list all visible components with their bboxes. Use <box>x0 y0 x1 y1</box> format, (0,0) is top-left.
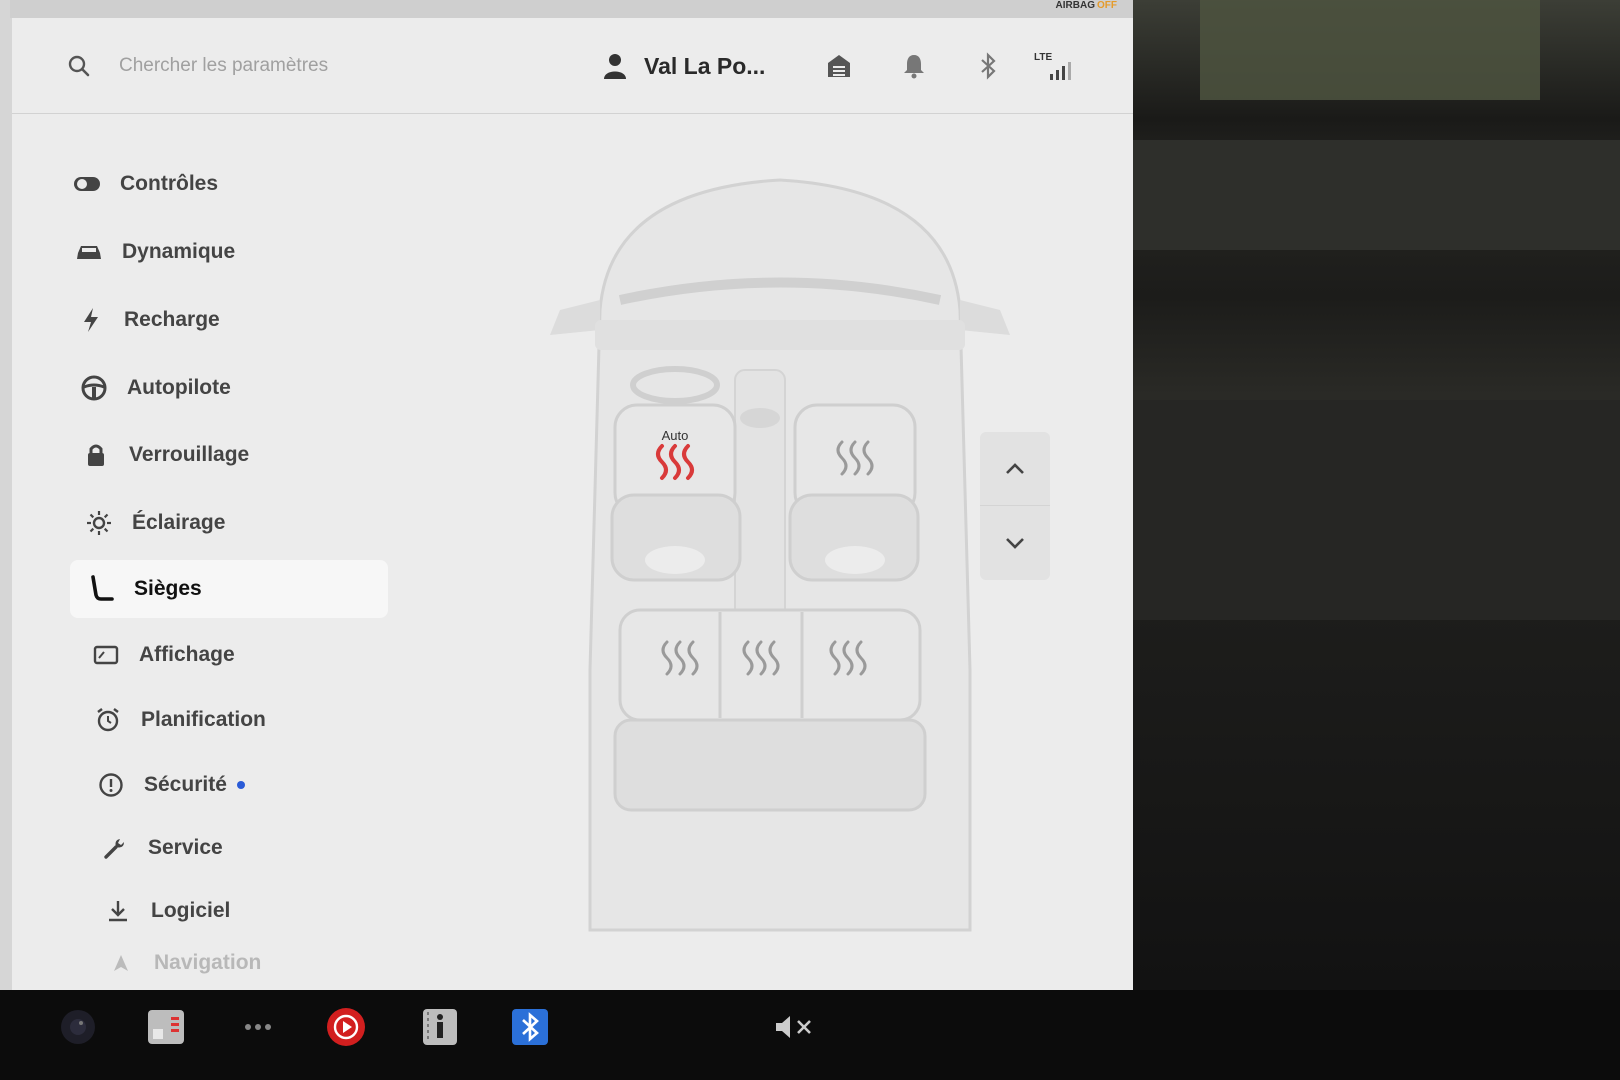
bluetooth-app-button[interactable] <box>510 1007 550 1047</box>
more-icon <box>245 1024 271 1030</box>
sidebar-item-affichage[interactable]: Affichage <box>91 626 235 684</box>
search-icon[interactable] <box>67 54 91 78</box>
speaker-muted-icon <box>776 1016 811 1038</box>
airbag-indicator: AIRBAG OFF <box>1056 0 1117 11</box>
settings-header: Val La Po... LTE <box>12 18 1133 114</box>
wrench-icon <box>100 833 130 863</box>
driver-profile[interactable]: Val La Po... <box>604 48 765 84</box>
taskbar <box>0 990 1620 1080</box>
sidebar-item-label: Sécurité <box>144 773 227 796</box>
youtube-icon <box>327 1008 365 1046</box>
seat-icon <box>86 574 116 604</box>
sidebar-item-label: Logiciel <box>151 899 231 922</box>
more-apps-button[interactable] <box>238 1007 278 1047</box>
sidebar-item-label: Affichage <box>139 643 235 666</box>
sidebar-item-label: Navigation <box>154 951 262 974</box>
seat-scroll-controls <box>980 432 1050 580</box>
screen-left-edge <box>0 0 12 990</box>
sidebar-item-label: Planification <box>141 708 266 731</box>
sidebar-item-planification[interactable]: Planification <box>93 691 266 749</box>
seat-heat-mode: Auto <box>662 428 689 443</box>
sidebar-item-verrouillage[interactable]: Verrouillage <box>81 426 249 484</box>
display-icon <box>91 640 121 670</box>
background-outside-screen <box>1130 0 1620 990</box>
manual-app-button[interactable] <box>420 1007 460 1047</box>
lock-icon <box>81 440 111 470</box>
camera-app-button[interactable] <box>58 1007 98 1047</box>
sidebar-item-service[interactable]: Service <box>100 819 223 877</box>
profile-name: Val La Po... <box>644 52 766 79</box>
volume-mute-button[interactable] <box>766 1007 826 1047</box>
scroll-up-button[interactable] <box>980 432 1050 506</box>
sidebar-item-eclairage[interactable]: Éclairage <box>84 494 225 552</box>
window-glare <box>1200 0 1540 100</box>
navigation-icon <box>106 948 136 978</box>
download-icon <box>103 896 133 926</box>
sidebar-item-label: Verrouillage <box>129 443 250 466</box>
sidebar-item-label: Contrôles <box>120 172 219 195</box>
status-strip: AIRBAG OFF <box>10 0 1133 18</box>
sidebar-item-sieges[interactable]: Sièges <box>70 560 388 618</box>
background-band <box>1130 140 1620 250</box>
steering-wheel-icon <box>79 373 109 403</box>
search-input[interactable] <box>117 50 437 82</box>
chevron-up-icon <box>1006 462 1024 474</box>
sidebar-item-securite[interactable]: Sécurité <box>96 756 245 814</box>
airbag-state: OFF <box>1097 0 1117 11</box>
scroll-down-button[interactable] <box>980 506 1050 580</box>
sidebar-item-label: Sièges <box>134 577 202 600</box>
sidebar-item-label: Recharge <box>124 308 220 331</box>
sidebar-item-logiciel[interactable]: Logiciel <box>103 882 230 940</box>
garage-icon[interactable] <box>825 52 853 80</box>
youtube-app-button[interactable] <box>326 1007 366 1047</box>
bluetooth-icon <box>512 1009 548 1045</box>
light-icon <box>84 508 114 538</box>
signal-bars-icon <box>1050 62 1071 80</box>
touchscreen: AIRBAGOFF Val La Po... <box>0 0 1133 990</box>
lte-signal: LTE <box>1034 52 1080 80</box>
bell-icon[interactable] <box>900 52 928 80</box>
bluetooth-icon[interactable] <box>974 52 1002 80</box>
bolt-icon <box>76 305 106 335</box>
sidebar-item-label: Service <box>148 836 223 859</box>
chevron-down-icon <box>1006 538 1024 549</box>
airbag-label: AIRBAG <box>1055 0 1095 11</box>
toggle-icon <box>72 169 102 199</box>
sidebar-item-controles[interactable]: Contrôles <box>72 155 218 213</box>
seat-front-right[interactable] <box>788 403 920 582</box>
sidebar-item-navigation[interactable]: Navigation <box>106 943 261 983</box>
car-icon <box>74 237 104 267</box>
right-mirror <box>960 300 1010 335</box>
notification-dot <box>236 781 245 789</box>
sidebar-item-label: Autopilote <box>127 376 231 399</box>
sidebar-item-dynamique[interactable]: Dynamique <box>74 223 235 281</box>
alarm-clock-icon <box>93 705 123 735</box>
energy-app-button[interactable] <box>146 1007 186 1047</box>
manual-icon <box>423 1009 457 1045</box>
energy-icon <box>148 1010 184 1044</box>
seat-rear-bench <box>613 608 927 812</box>
sidebar-item-recharge[interactable]: Recharge <box>76 291 220 349</box>
car-seats-illustration: Auto <box>550 178 1010 932</box>
camera-icon <box>61 1010 95 1044</box>
sidebar-item-autopilote[interactable]: Autopilote <box>79 359 231 417</box>
left-mirror <box>550 300 600 335</box>
info-circle-icon <box>96 770 126 800</box>
sidebar-item-label: Dynamique <box>122 240 236 263</box>
background-band <box>1130 400 1620 620</box>
person-icon <box>604 54 626 79</box>
sidebar-item-label: Éclairage <box>132 511 226 534</box>
